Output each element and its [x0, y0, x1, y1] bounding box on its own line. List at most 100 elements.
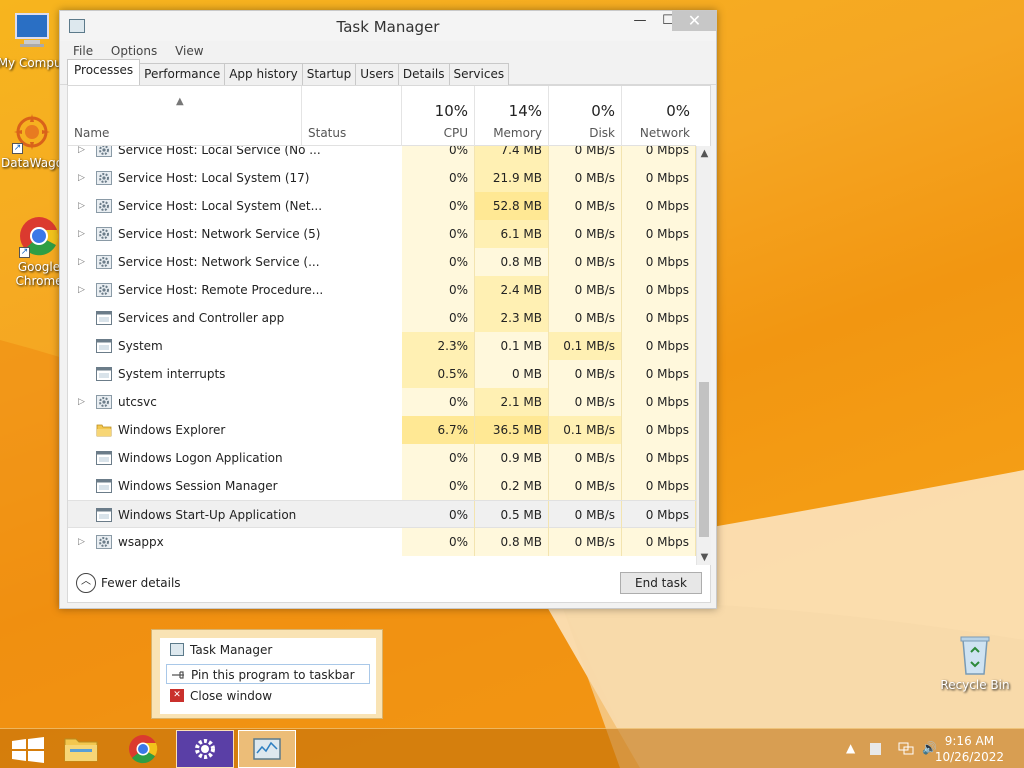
- desktop-icon-label: Recycle Bin: [940, 678, 1010, 692]
- expand-chevron-icon[interactable]: ▷: [78, 248, 85, 276]
- expand-chevron-icon[interactable]: ▷: [78, 388, 85, 416]
- taskbar-chrome[interactable]: [114, 730, 172, 768]
- minimize-button[interactable]: —: [626, 11, 654, 31]
- process-name: Services and Controller app: [118, 311, 285, 325]
- table-row[interactable]: ▷ Service Host: Local System (17) 0% 21.9 M…: [68, 164, 696, 192]
- footer: ︿ Fewer details End task: [68, 566, 710, 602]
- end-task-button[interactable]: End task: [620, 572, 702, 594]
- column-header-status[interactable]: Status: [302, 86, 402, 146]
- process-name: Service Host: Local System (17): [118, 171, 310, 185]
- table-row[interactable]: ▷ Service Host: Local Service (No ... 0% 7.…: [68, 146, 696, 164]
- windows-logo-icon: [12, 737, 44, 763]
- vertical-scrollbar[interactable]: ▲ ▼: [696, 146, 711, 565]
- tab-startup[interactable]: Startup: [301, 63, 357, 85]
- jump-list-task-manager[interactable]: Task Manager: [166, 640, 370, 660]
- tab-details[interactable]: Details: [397, 63, 450, 85]
- tab-users[interactable]: Users: [355, 63, 399, 85]
- taskbar-file-explorer[interactable]: [52, 730, 110, 768]
- gear-icon: [96, 283, 112, 297]
- datawago-icon: ↗: [10, 110, 54, 154]
- window-icon: [96, 339, 112, 353]
- taskbar-settings-app[interactable]: [176, 730, 234, 768]
- close-window-icon: ✕: [170, 689, 184, 702]
- process-disk-value: 0 MB/s: [549, 501, 622, 529]
- table-row[interactable]: Windows Session Manager 0% 0.2 MB 0 MB/s 0 M…: [68, 472, 696, 500]
- table-row[interactable]: ▷ Service Host: Local System (Net... 0% 52.…: [68, 192, 696, 220]
- table-row[interactable]: ▷ wsappx 0% 0.8 MB 0 MB/s 0 Mbps: [68, 528, 696, 556]
- show-hidden-icons-icon[interactable]: ▲: [846, 741, 855, 755]
- title-bar[interactable]: Task Manager — ☐ ✕: [60, 11, 717, 41]
- process-disk-value: 0 MB/s: [549, 388, 622, 416]
- process-cpu-value: 0%: [402, 501, 475, 529]
- window-icon: [96, 367, 112, 381]
- process-disk-value: 0 MB/s: [549, 192, 622, 220]
- table-row[interactable]: ▷ Service Host: Network Service (5) 0% 6.1 …: [68, 220, 696, 248]
- process-disk-value: 0 MB/s: [549, 360, 622, 388]
- column-header-disk[interactable]: 0% Disk: [549, 86, 622, 146]
- chrome-icon: [129, 735, 158, 764]
- process-cpu-value: 0%: [402, 388, 475, 416]
- tab-performance[interactable]: Performance: [139, 63, 226, 85]
- gear-icon: [96, 535, 112, 549]
- network-icon[interactable]: [898, 741, 914, 758]
- process-network-value: 0 Mbps: [622, 444, 696, 472]
- fewer-details-link[interactable]: Fewer details: [101, 576, 181, 590]
- process-name: Service Host: Local Service (No ...: [118, 146, 321, 157]
- scroll-down-icon[interactable]: ▼: [697, 552, 712, 563]
- expand-chevron-icon[interactable]: ▷: [78, 164, 85, 192]
- jump-list-close-window[interactable]: ✕ Close window: [166, 686, 370, 706]
- jump-list-pin-to-taskbar[interactable]: Pin this program to taskbar: [166, 664, 370, 684]
- process-memory-value: 0.8 MB: [475, 248, 549, 276]
- column-header-network[interactable]: 0% Network: [622, 86, 696, 146]
- table-row[interactable]: Windows Explorer 6.7% 36.5 MB 0.1 MB/s 0 Mbp…: [68, 416, 696, 444]
- taskbar-task-manager[interactable]: [238, 730, 296, 768]
- expand-chevron-icon[interactable]: ▷: [78, 146, 85, 164]
- process-memory-value: 36.5 MB: [475, 416, 549, 444]
- process-memory-value: 7.4 MB: [475, 146, 549, 164]
- table-row[interactable]: ▷ Service Host: Network Service (... 0% 0.8…: [68, 248, 696, 276]
- menu-file[interactable]: File: [73, 41, 93, 61]
- process-name: Service Host: Network Service (...: [118, 255, 320, 269]
- process-name: Windows Start-Up Application: [118, 508, 297, 522]
- action-center-icon[interactable]: [870, 743, 881, 755]
- tab-processes[interactable]: Processes: [67, 59, 141, 85]
- table-row[interactable]: ▷ utcsvc 0% 2.1 MB 0 MB/s 0 Mbps: [68, 388, 696, 416]
- desktop-icon-recycle-bin[interactable]: Recycle Bin: [937, 632, 1013, 692]
- window-icon: [96, 508, 112, 522]
- column-header-name[interactable]: ▲ Name: [68, 86, 302, 146]
- expand-chevron-icon[interactable]: ▷: [78, 528, 85, 556]
- system-clock[interactable]: 9:16 AM 10/26/2022: [935, 733, 1004, 765]
- scroll-thumb[interactable]: [699, 382, 709, 537]
- table-row[interactable]: Windows Logon Application 0% 0.9 MB 0 MB/s 0…: [68, 444, 696, 472]
- processes-panel: ▲ Name Status 10% CPU 14% Memory 0% Disk…: [67, 85, 711, 603]
- column-header-memory[interactable]: 14% Memory: [475, 86, 549, 146]
- folder-icon: [96, 423, 112, 437]
- expand-chevron-icon[interactable]: ▷: [78, 192, 85, 220]
- process-cpu-value: 0%: [402, 146, 475, 164]
- expand-chevron-icon[interactable]: ▷: [78, 276, 85, 304]
- table-row[interactable]: System interrupts 0.5% 0 MB 0 MB/s 0 Mbps: [68, 360, 696, 388]
- process-name: Service Host: Remote Procedure...: [118, 283, 324, 297]
- process-network-value: 0 Mbps: [622, 164, 696, 192]
- table-row[interactable]: Windows Start-Up Application 0% 0.5 MB 0 MB…: [68, 500, 696, 529]
- tab-strip: Processes Performance App history Startu…: [60, 59, 716, 85]
- menu-view[interactable]: View: [175, 41, 203, 61]
- process-memory-value: 0.9 MB: [475, 444, 549, 472]
- table-row[interactable]: Services and Controller app 0% 2.3 MB 0 MB/…: [68, 304, 696, 332]
- table-row[interactable]: System 2.3% 0.1 MB 0.1 MB/s 0 Mbps: [68, 332, 696, 360]
- scroll-up-icon[interactable]: ▲: [697, 148, 712, 159]
- start-button[interactable]: [0, 730, 58, 768]
- expand-chevron-icon[interactable]: ▷: [78, 220, 85, 248]
- process-network-value: 0 Mbps: [622, 501, 696, 529]
- jump-list-body: Task Manager Pin this program to taskbar…: [160, 638, 376, 714]
- process-memory-value: 0.8 MB: [475, 528, 549, 556]
- tab-services[interactable]: Services: [448, 63, 510, 85]
- column-header-cpu[interactable]: 10% CPU: [402, 86, 475, 146]
- menu-options[interactable]: Options: [111, 41, 157, 61]
- process-network-value: 0 Mbps: [622, 276, 696, 304]
- fewer-details-icon[interactable]: ︿: [76, 573, 96, 593]
- close-button[interactable]: ✕: [672, 11, 717, 31]
- process-memory-value: 2.1 MB: [475, 388, 549, 416]
- table-row[interactable]: ▷ Service Host: Remote Procedure... 0% 2.4 …: [68, 276, 696, 304]
- tab-app-history[interactable]: App history: [224, 63, 303, 85]
